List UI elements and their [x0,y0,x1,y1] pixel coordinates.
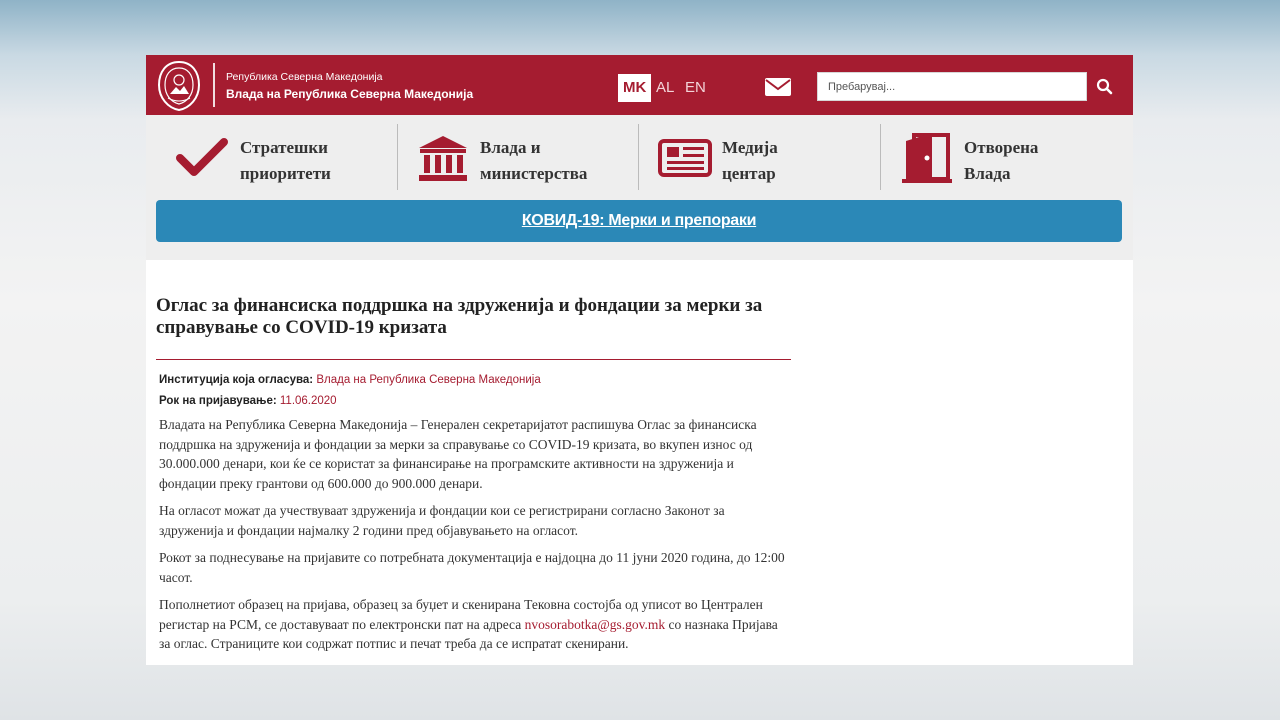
language-mk[interactable]: MK [618,74,652,102]
brand-divider [213,63,215,107]
nav-item-government-ministries[interactable]: Влада и министерства [416,123,626,191]
nav-label: Отворена Влада [964,138,1039,183]
nav-label: Стратешки приоритети [240,138,331,183]
nav-item-media-center[interactable]: Медија центар [658,123,868,191]
website-frame: Република Северна Македонија Влада на Ре… [146,55,1133,665]
search-icon[interactable] [1095,77,1115,97]
main-navigation: Стратешки приоритети Влада и министерств… [146,115,1133,260]
email-link[interactable]: nvosorabotka@gs.gov.mk [525,617,666,632]
title-divider [156,359,791,360]
envelope-icon[interactable] [764,76,792,98]
coat-of-arms-icon[interactable] [156,60,202,112]
nav-label: Влада и министерства [480,138,588,183]
checkmark-icon [176,138,228,176]
body-paragraph: Владата на Република Северна Македонија … [159,417,757,491]
language-en[interactable]: EN [680,74,711,102]
covid-measures-link[interactable]: КОВИД-19: Мерки и препораки [522,212,757,229]
nav-divider [880,124,881,190]
body-paragraph: Пополнетиот образец на пријава, образец … [159,597,778,651]
deadline-date: 11.06.2020 [279,395,337,407]
header-bar: Република Северна Македонија Влада на Ре… [146,55,1133,115]
language-al[interactable]: AL [651,74,679,102]
nav-item-open-government[interactable]: Отворена Влада [900,123,1110,191]
deadline-row: Рок на пријавување: 11.06.2020 [159,395,337,407]
country-name[interactable]: Република Северна Македонија [226,71,383,83]
nav-divider [397,124,398,190]
nav-divider [638,124,639,190]
newspaper-icon [658,139,712,177]
announcement-article: Оглас за финансиска поддршка на здружени… [156,295,791,665]
body-paragraph: На огласот можат да учествуваат здружени… [159,503,725,538]
body-paragraph: Рокот за поднесување на пријавите со пот… [159,550,785,585]
nav-item-strategic-priorities[interactable]: Стратешки приоритети [176,123,386,191]
article-title: Оглас за финансиска поддршка на здружени… [156,295,763,338]
institution-link[interactable]: Влада на Република Северна Македонија [316,374,540,386]
open-door-icon [902,133,952,183]
government-building-icon [419,136,467,181]
nav-label: Медија центар [722,138,778,183]
covid-banner: КОВИД-19: Мерки и препораки [156,200,1122,242]
search-input[interactable] [817,72,1087,101]
institution-row: Институција која огласува: Влада на Репу… [159,374,541,386]
government-name[interactable]: Влада на Република Северна Македонија [226,87,473,101]
